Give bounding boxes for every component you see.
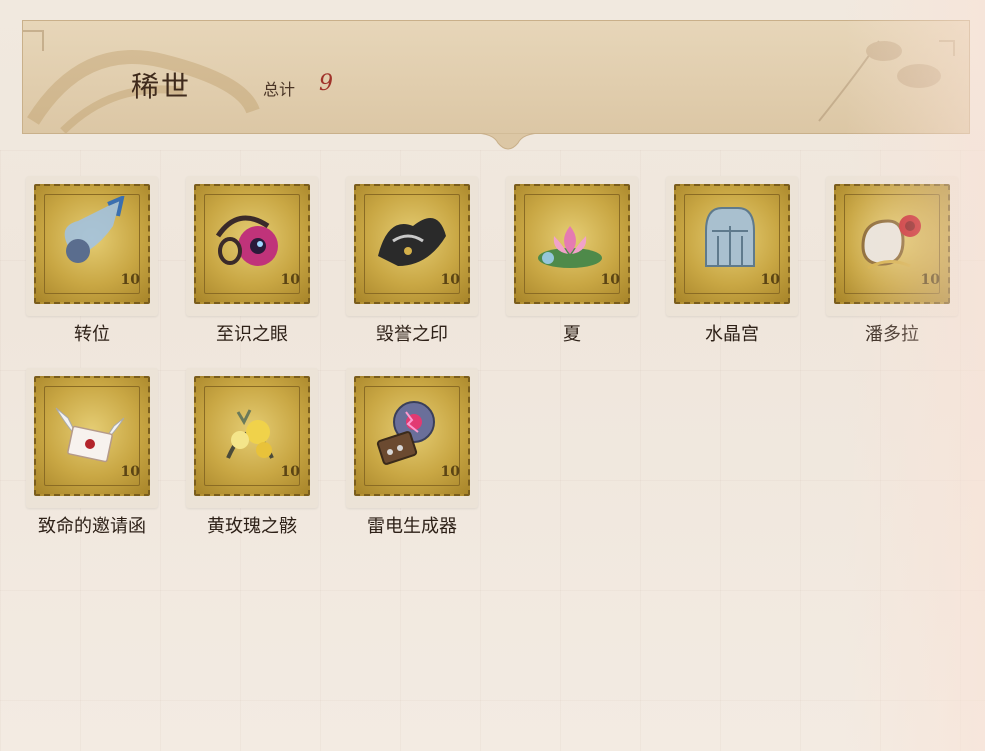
item-name: 潘多拉 <box>865 324 919 345</box>
item-name: 至识之眼 <box>216 324 288 345</box>
collection-card[interactable]: 10 转位 <box>26 176 158 348</box>
header-tab-notch <box>473 133 543 150</box>
lock-icon <box>64 196 125 263</box>
item-name: 致命的邀请函 <box>38 516 146 537</box>
dark-seal-icon <box>378 218 446 266</box>
collection-card[interactable]: 10 致命的邀请函 <box>26 368 158 540</box>
collection-card[interactable]: 10 潘多拉 <box>826 176 958 348</box>
collection-card[interactable]: 10 雷电生成器 <box>346 368 478 540</box>
lightning-orb-icon <box>376 401 435 465</box>
total-label: 总计 <box>263 80 296 99</box>
item-name: 转位 <box>74 324 110 345</box>
eye-icon <box>215 215 278 266</box>
total-count: 9 <box>319 71 333 96</box>
header-banner: 稀世 总计 9 <box>22 20 970 150</box>
item-name: 雷电生成器 <box>367 516 457 537</box>
collection-card[interactable]: 10 毁誉之印 <box>346 176 478 348</box>
collection-card[interactable]: 10 至识之眼 <box>186 176 318 348</box>
rose-box-icon <box>861 215 921 270</box>
lotus-icon <box>538 226 602 268</box>
collection-card[interactable]: 10 黄玫瑰之骸 <box>186 368 318 540</box>
item-name: 水晶宫 <box>705 324 759 345</box>
collection-card[interactable]: 10 水晶宫 <box>666 176 798 348</box>
crystal-palace-icon <box>705 207 755 267</box>
item-name: 夏 <box>563 324 581 345</box>
item-name: 毁誉之印 <box>376 324 448 345</box>
header-flower-icon <box>818 40 955 122</box>
collection-card[interactable]: 10 夏 <box>506 176 638 348</box>
page-title: 稀世 <box>131 70 192 103</box>
winged-envelope-icon <box>55 407 125 463</box>
yellow-rose-icon <box>226 409 274 459</box>
item-name: 黄玫瑰之骸 <box>207 516 297 537</box>
